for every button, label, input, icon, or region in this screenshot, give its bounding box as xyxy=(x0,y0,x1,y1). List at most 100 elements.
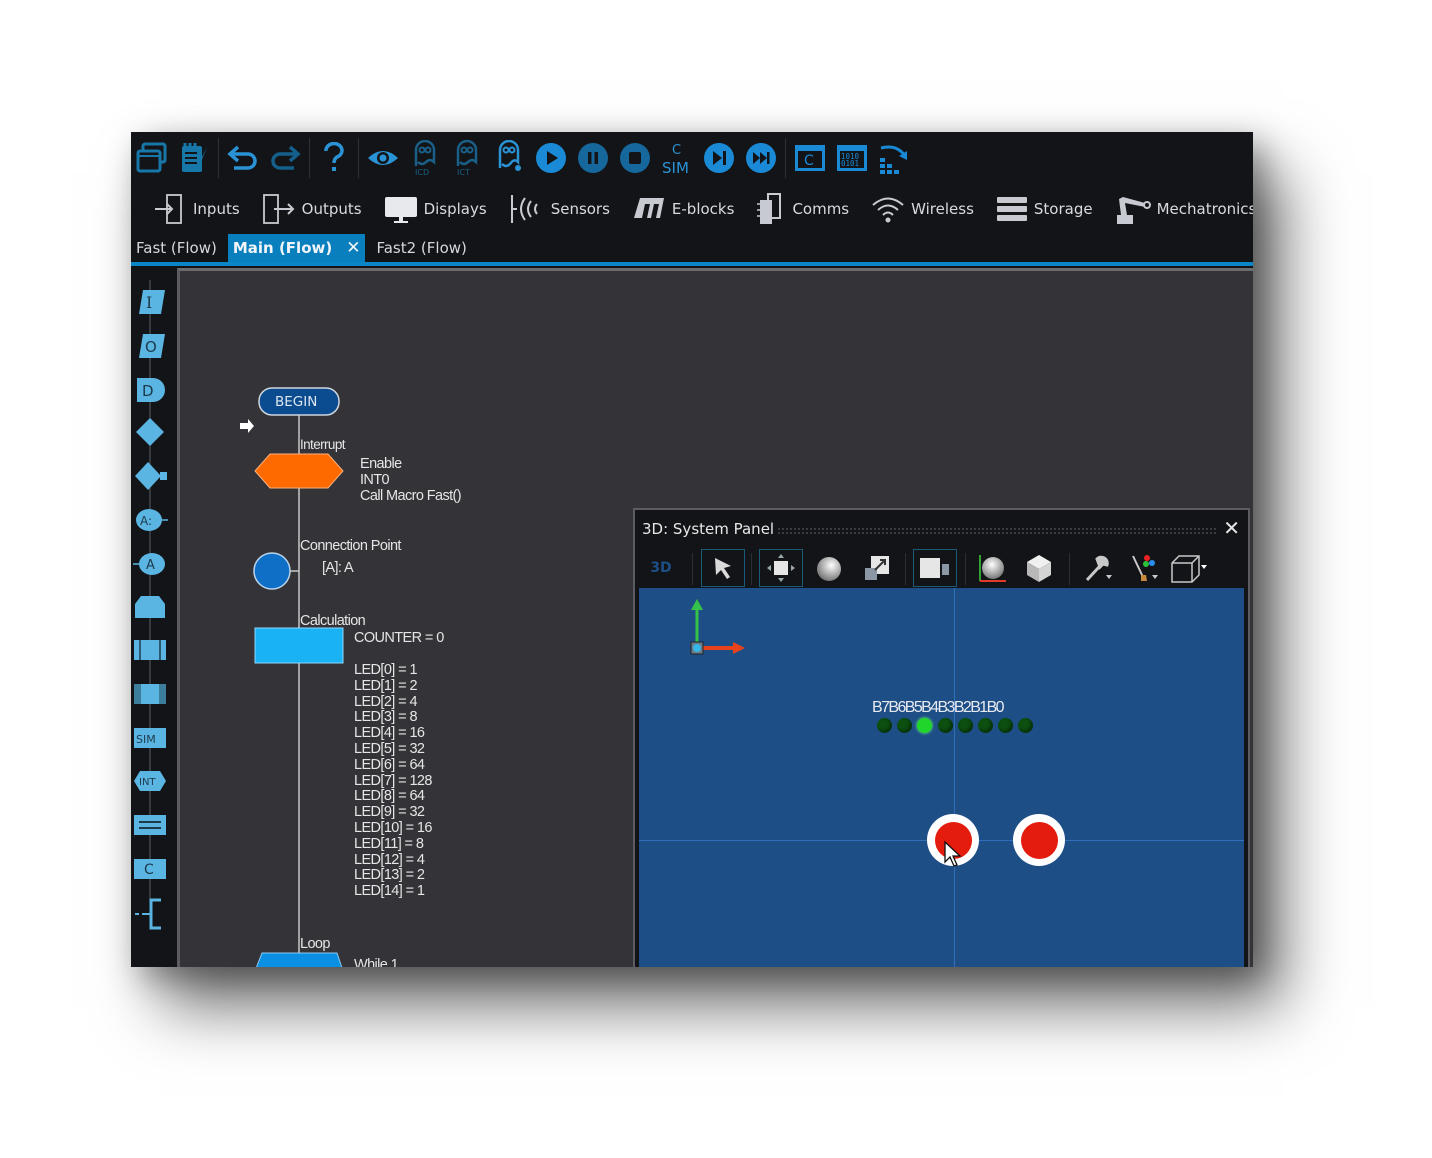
close-tab-icon[interactable]: ✕ xyxy=(346,238,360,258)
macro-icon[interactable] xyxy=(134,640,166,660)
simulation-icon[interactable]: SIM xyxy=(134,728,166,748)
pause-button[interactable] xyxy=(572,138,614,178)
program-chip-button[interactable] xyxy=(873,138,915,178)
switch-icon[interactable] xyxy=(135,462,167,490)
panel-drag-handle[interactable] xyxy=(777,527,1217,535)
decision-icon[interactable] xyxy=(136,418,164,446)
push-button-2[interactable] xyxy=(1013,814,1065,866)
ghost-icd-icon: ICD xyxy=(414,140,436,176)
calculation-line: LED[14] = 1 xyxy=(354,883,425,900)
connection-point-icon[interactable]: A: xyxy=(136,509,168,531)
loop-icon[interactable] xyxy=(135,596,165,618)
loop-block[interactable] xyxy=(255,952,343,967)
lighting-tool[interactable] xyxy=(971,549,1015,587)
help-icon xyxy=(324,142,344,171)
c-code-icon[interactable]: C xyxy=(134,859,166,879)
output-icon[interactable]: O xyxy=(139,334,165,358)
interrupt-icon[interactable]: INT xyxy=(134,771,166,791)
step-over-button[interactable] xyxy=(740,138,782,178)
debug-button[interactable] xyxy=(488,138,530,178)
pointer-tool[interactable] xyxy=(701,549,745,587)
svg-text:C: C xyxy=(672,143,681,158)
3d-mode-label[interactable]: 3D xyxy=(639,549,683,587)
c-sim-button[interactable]: C SIM xyxy=(656,138,698,178)
toolbar-separator xyxy=(309,138,310,178)
compile-hex-button[interactable]: 1010 0101 xyxy=(831,138,873,178)
comms-chip-icon xyxy=(757,193,782,224)
frame-tool[interactable] xyxy=(913,549,957,587)
calculation-line: LED[0] = 1 xyxy=(354,662,418,678)
comment-icon[interactable] xyxy=(135,898,161,930)
fast-forward-icon xyxy=(746,143,776,173)
category-comms[interactable]: Comms xyxy=(756,192,849,226)
calculation-line: LED[9] = 32 xyxy=(354,804,425,821)
tab-main-flow[interactable]: Main (Flow) ✕ xyxy=(227,234,366,262)
svg-text:C: C xyxy=(144,862,154,878)
windows-button[interactable] xyxy=(131,138,173,178)
rotate-tool[interactable] xyxy=(807,549,851,587)
paint-tool[interactable] xyxy=(1123,549,1167,587)
step-icon xyxy=(704,143,734,173)
redo-button[interactable] xyxy=(264,138,306,178)
monitor-icon xyxy=(384,197,417,223)
led-bit-labels: B7B6B5B4B3B2B1B0 xyxy=(872,699,1005,716)
svg-text:ICD: ICD xyxy=(415,168,429,176)
compile-c-button[interactable]: C xyxy=(789,138,831,178)
interrupt-block[interactable] xyxy=(254,453,344,489)
category-storage[interactable]: Storage xyxy=(996,195,1093,223)
svg-text:A:: A: xyxy=(140,514,152,528)
lighting-icon xyxy=(979,555,1006,582)
category-inputs[interactable]: Inputs xyxy=(153,193,240,225)
tab-label: Fast2 (Flow) xyxy=(376,239,467,257)
category-eblocks[interactable]: E-blocks xyxy=(632,196,734,222)
eblocks-icon xyxy=(633,198,664,218)
undo-button[interactable] xyxy=(222,138,264,178)
axis-gizmo-icon[interactable] xyxy=(683,596,763,666)
calculation-block[interactable] xyxy=(254,627,344,664)
icd-button[interactable]: ICD xyxy=(404,138,446,178)
led-b2 xyxy=(978,718,993,733)
category-label: Comms xyxy=(792,200,850,218)
flowchart-canvas[interactable]: BEGIN Interrupt Enable INT0 Call Macro F… xyxy=(177,268,1253,967)
3d-viewport[interactable]: B7B6B5B4B3B2B1B0 xyxy=(639,588,1244,967)
calculation-line: LED[5] = 32 xyxy=(354,741,425,757)
mouse-cursor-icon xyxy=(944,840,962,867)
calculation-line: LED[3] = 8 xyxy=(354,709,418,726)
view-mode-tool[interactable] xyxy=(1167,549,1211,587)
calculation-line: LED[1] = 2 xyxy=(354,677,418,694)
step-button[interactable] xyxy=(698,138,740,178)
category-label: Sensors xyxy=(550,200,610,218)
category-mechatronics[interactable]: Mechatronics xyxy=(1115,193,1253,225)
run-button[interactable] xyxy=(530,138,572,178)
solid-tool[interactable] xyxy=(1017,549,1061,587)
calculation-line: LED[6] = 64 xyxy=(354,756,425,773)
stop-button[interactable] xyxy=(614,138,656,178)
category-wireless[interactable]: Wireless xyxy=(871,194,974,224)
notes-button[interactable] xyxy=(173,138,215,178)
component-macro-icon[interactable] xyxy=(134,684,166,704)
category-outputs[interactable]: Outputs xyxy=(262,193,362,225)
input-icon[interactable]: I xyxy=(139,290,165,314)
category-label: Storage xyxy=(1033,200,1093,218)
calculation-line: LED[10] = 16 xyxy=(354,820,432,836)
tab-fast-flow[interactable]: Fast (Flow) xyxy=(131,234,222,262)
sensor-waves-icon xyxy=(510,195,538,223)
delay-icon[interactable]: D xyxy=(137,378,165,402)
help-button[interactable] xyxy=(313,138,355,178)
wrench-icon xyxy=(1085,555,1112,582)
settings-tool[interactable] xyxy=(1077,549,1121,587)
goto-icon[interactable]: A xyxy=(133,553,165,575)
category-displays[interactable]: Displays xyxy=(384,194,487,224)
pan-tool[interactable] xyxy=(759,549,803,587)
category-sensors[interactable]: Sensors xyxy=(509,192,610,226)
stop-icon xyxy=(620,143,650,173)
frame-icon xyxy=(920,558,949,578)
calculation-icon[interactable] xyxy=(134,815,166,835)
connection-point-block[interactable] xyxy=(253,552,291,590)
tab-fast2-flow[interactable]: Fast2 (Flow) xyxy=(371,234,471,262)
close-panel-icon[interactable]: ✕ xyxy=(1223,516,1240,540)
view-button[interactable] xyxy=(362,138,404,178)
ict-button[interactable]: ICT xyxy=(446,138,488,178)
zoom-tool[interactable] xyxy=(855,549,899,587)
led-b4 xyxy=(937,718,953,733)
